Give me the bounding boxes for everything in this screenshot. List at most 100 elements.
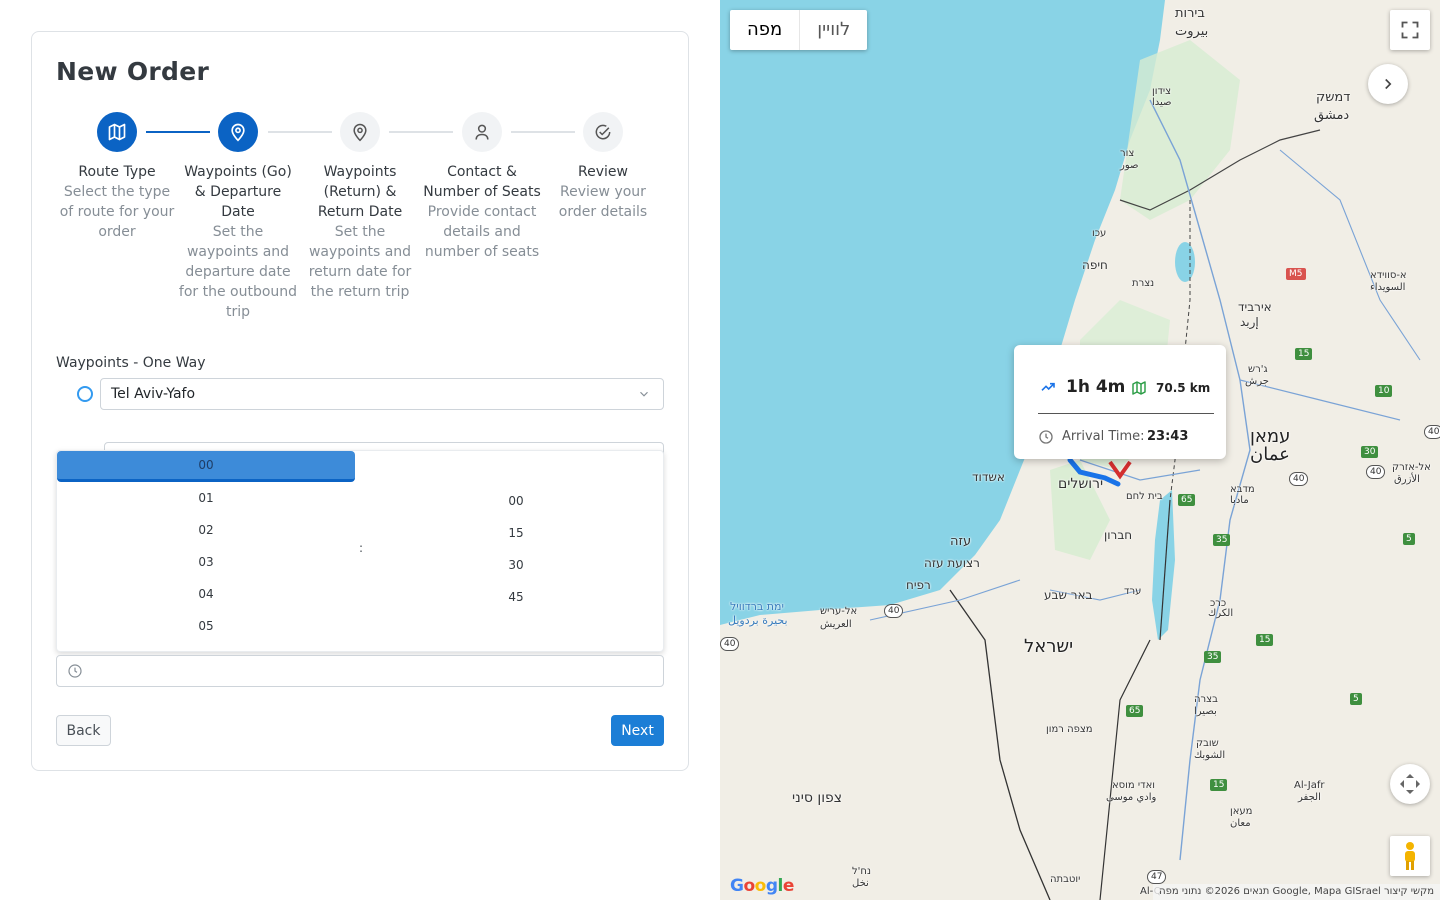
minute-option[interactable]: 45 [367,581,665,613]
map-label-nazareth: נצרת [1132,278,1155,289]
map-label-sidon-ar: صيدا [1152,97,1172,108]
step-route-type[interactable]: Route Type Select the type of route for … [56,112,178,242]
road-shield: 47 [1147,870,1167,884]
hour-option[interactable]: 01 [57,482,355,514]
step-circle [340,112,380,152]
waypoint-radio[interactable] [77,386,93,402]
street-view-pegman[interactable] [1390,836,1430,876]
map-label-maan-ar: معان [1230,818,1251,829]
map-label-beirut: בירות [1175,6,1205,21]
move-arrows-icon [1400,774,1420,794]
time-input[interactable] [56,655,664,687]
step-label: Waypoints (Go) & Departure Date [184,164,292,220]
road-shield: 15 [1210,779,1228,791]
map-collapse-button[interactable] [1368,64,1408,104]
map-label-wadi-musa-ar: وادي موسى [1106,792,1157,803]
map-label-azraq: אל-אזרק [1392,462,1431,473]
map-label-israel: ישראל [1024,636,1074,657]
waypoint-select[interactable]: Tel Aviv-Yafo [100,378,664,410]
map-type-map-button[interactable]: מפה [730,10,799,50]
trending-up-icon [1041,382,1055,391]
clock-icon [1039,430,1053,444]
check-circle-icon [595,124,611,140]
route-distance: 70.5 km [1156,381,1211,395]
time-picker-dropdown: 00 01 02 03 04 05 : 00 15 30 45 [56,450,664,652]
map-label-el-arish: אל-עריש [820,606,858,617]
step-circle [462,112,502,152]
route-duration: 1h 4m [1066,377,1126,397]
chevron-right-icon [1385,78,1392,90]
step-label: Route Type [78,164,156,180]
map-label-bethlehem: בית לחם [1126,491,1163,502]
map-label-damascus: דמשק [1316,90,1351,105]
minute-option[interactable]: 15 [367,517,665,549]
camera-control-button[interactable] [1390,764,1430,804]
map-label-irbid-ar: إربد [1240,315,1259,329]
map-label-jerash: ג'רש [1248,364,1268,375]
popup-divider [1038,413,1214,414]
minute-option[interactable]: 30 [367,549,665,581]
map-label-mitzpe-ramon: מצפה רמון [1046,724,1093,735]
chevron-down-icon [640,391,648,397]
map-label-gaza: עזה [950,534,972,549]
map-label-arad: ערד [1124,586,1142,597]
road-shield: 10 [1375,385,1393,397]
road-shield: 40 [1366,465,1386,479]
road-shield: M5 [1286,268,1306,280]
waypoints-label: Waypoints - One Way [56,355,206,371]
map-label-ashdod: אשדוד [972,470,1005,484]
waypoint-value: Tel Aviv-Yafo [111,386,196,402]
step-contact[interactable]: Contact & Number of Seats Provide contac… [421,112,543,262]
map-label-karak-ar: الكرك [1208,608,1234,619]
road-shield: 35 [1213,534,1231,546]
map-type-satellite-button[interactable]: לוויין [800,10,867,50]
map-pin-icon [353,123,367,142]
map-label-bardawil-ar: بحيرة بردويل [728,614,788,627]
step-description: Review your order details [558,184,648,220]
map-label-haifa: חיפה [1082,258,1108,272]
map-label-jerusalem: ירושלים [1058,476,1104,492]
map-label-sweida: א-סווידא [1370,270,1407,281]
map-label-bozra-ar: بصيرا [1194,706,1217,717]
map-label-amman-ar: عمان [1250,444,1290,465]
map-attribution[interactable]: תנאים 2026© נתוני מפה Google, Mapa GISra… [1153,884,1440,900]
hour-option-selected[interactable]: 00 [57,451,355,482]
map-icon [108,123,126,141]
step-waypoints-go[interactable]: Waypoints (Go) & Departure Date Set the … [177,112,299,322]
map-label-wadi-musa: ואדי מוסא [1112,780,1155,791]
minutes-column: 00 15 30 45 [367,485,665,613]
map-label-north-sinai: צפון סיני [792,790,843,806]
minute-option[interactable]: 00 [367,485,665,517]
map-label-rafah: רפיח [906,578,931,592]
road-shield: 5 [1350,693,1362,705]
step-label: Waypoints (Return) & Return Date [317,164,403,220]
next-button[interactable]: Next [611,715,664,746]
order-card: New Order Route Type Select the type of … [31,31,689,771]
step-label: Review [578,164,628,180]
arrival-time: 23:43 [1147,429,1189,444]
road-shield: 40 [1424,425,1440,439]
map-view[interactable]: מפה לוויין 1h 4m 70.5 km Arrival Time: 2… [720,0,1440,900]
map-label-madaba: מדבא [1230,484,1255,495]
map-label-maan: מעאן [1230,806,1253,817]
hour-option[interactable]: 04 [57,578,355,610]
hour-option[interactable]: 03 [57,546,355,578]
step-circle [97,112,137,152]
fullscreen-button[interactable] [1390,10,1430,50]
google-logo: Google [730,876,794,896]
route-info-popup: 1h 4m 70.5 km Arrival Time: 23:43 [1014,345,1226,459]
hour-option[interactable]: 02 [57,514,355,546]
step-label: Contact & Number of Seats [423,164,541,200]
map-label-madaba-ar: مادبا [1230,495,1249,506]
map-label-shobak: שובק [1196,738,1219,749]
back-button[interactable]: Back [56,715,111,746]
pegman-icon [1405,842,1415,870]
map-label-tyre: צור [1120,148,1135,159]
map-icon [1132,381,1146,395]
hour-option[interactable]: 05 [57,610,355,642]
map-label-nakhl: נח'ל [852,866,871,877]
clock-icon [68,664,82,678]
map-label-bardawil: ימת ברדוויל [730,600,784,613]
step-waypoints-return[interactable]: Waypoints (Return) & Return Date Set the… [299,112,421,302]
step-review[interactable]: Review Review your order details [542,112,664,222]
